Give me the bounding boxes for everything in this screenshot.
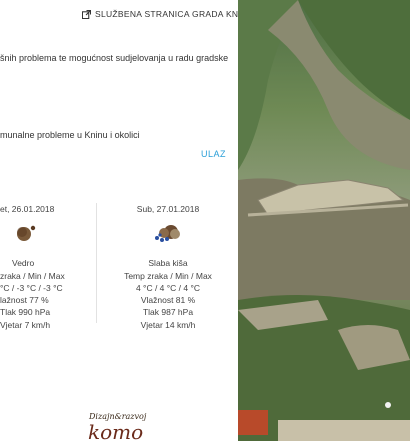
official-link-label: SLUŽBENA STRANICA GRADA KNINA bbox=[95, 9, 238, 19]
weather-wind: Vjetar 14 km/h bbox=[140, 319, 196, 330]
weather-humidity: lažnost 77 % bbox=[0, 295, 49, 306]
intro-text-1: šnih problema te mogućnost sudjelovanja … bbox=[0, 53, 229, 63]
weather-temp-label: zraka / Min / Max bbox=[0, 270, 65, 281]
weather-day-1: et, 26.01.2018 Vedro zraka / Min / Max °… bbox=[0, 203, 80, 331]
light-rain-icon bbox=[118, 225, 218, 249]
weather-divider bbox=[96, 203, 97, 323]
developer-logo[interactable]: Dizajn&razvoj komo bbox=[86, 412, 166, 441]
weather-date: et, 26.01.2018 bbox=[0, 204, 55, 214]
weather-pressure: Tlak 987 hPa bbox=[142, 307, 194, 318]
weather-date: Sub, 27.01.2018 bbox=[136, 204, 200, 214]
weather-wind: Vjetar 7 km/h bbox=[0, 319, 51, 330]
weather-pressure: Tlak 990 hPa bbox=[0, 307, 51, 318]
weather-temps: °C / -3 °C / -3 °C bbox=[0, 282, 63, 293]
weather-humidity: Vlažnost 81 % bbox=[140, 295, 196, 306]
weather-condition: Vedro bbox=[12, 258, 35, 269]
knin-fortress-photo bbox=[238, 0, 410, 441]
clear-night-icon bbox=[0, 226, 80, 249]
weather-temps: 4 °C / 4 °C / 4 °C bbox=[135, 282, 201, 293]
intro-text-2: munalne probleme u Kninu i okolici bbox=[0, 130, 140, 140]
fortress-illustration bbox=[238, 0, 410, 441]
external-link-icon bbox=[82, 9, 91, 19]
official-city-link[interactable]: SLUŽBENA STRANICA GRADA KNINA bbox=[82, 9, 238, 19]
logo-wordmark: komo bbox=[88, 420, 144, 441]
weather-temp-label: Temp zraka / Min / Max bbox=[124, 270, 212, 281]
enter-button[interactable]: ULAZ bbox=[201, 149, 226, 159]
weather-day-2: Sub, 27.01.2018 Slaba kiša Temp zraka / … bbox=[118, 203, 218, 331]
main-panel: SLUŽBENA STRANICA GRADA KNINA šnih probl… bbox=[0, 0, 238, 441]
weather-condition: Slaba kiša bbox=[148, 258, 188, 269]
